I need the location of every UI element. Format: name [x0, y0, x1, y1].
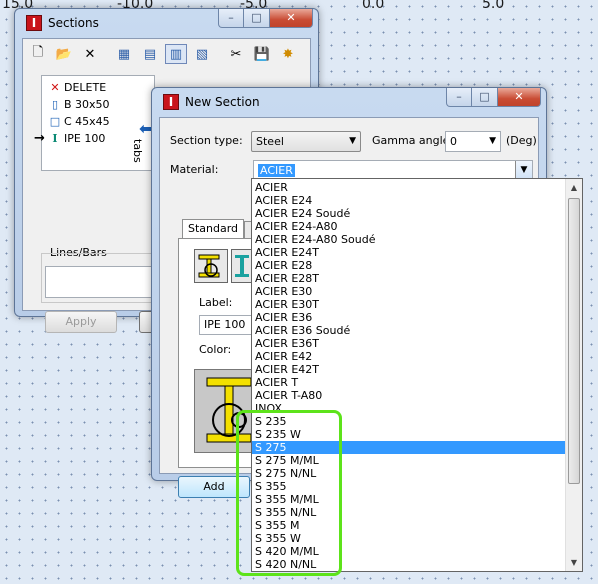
tree-item-c45x45[interactable]: □ C 45x45: [48, 114, 110, 128]
material-value: ACIER: [258, 164, 295, 177]
chevron-down-icon: ▼: [349, 136, 356, 146]
gamma-angle-select[interactable]: 0 ▼: [445, 131, 501, 152]
material-option[interactable]: ACIER T: [252, 376, 566, 389]
view-list-icon[interactable]: ▥: [165, 44, 187, 64]
tree-item-label: B 30x50: [64, 97, 110, 111]
tree-item-label: C 45x45: [64, 114, 110, 128]
label-input[interactable]: IPE 100: [199, 315, 259, 335]
delete-x-icon: ✕: [50, 80, 60, 94]
save-icon[interactable]: 💾: [251, 44, 273, 64]
sections-toolbar: 🗋 📂 ✕ ▦ ▤ ▥ ▧ ✂ 💾 ✸: [27, 43, 303, 65]
close-button[interactable]: ✕: [498, 88, 541, 107]
material-option[interactable]: ACIER E28: [252, 259, 566, 272]
gamma-angle-label: Gamma angle:: [372, 134, 454, 147]
material-option[interactable]: ACIER: [252, 181, 566, 194]
dropdown-scrollbar[interactable]: ▲ ▼: [565, 179, 582, 571]
gamma-unit-label: (Deg): [506, 134, 537, 147]
new-icon[interactable]: 🗋: [27, 44, 49, 64]
scroll-up-icon[interactable]: ▲: [566, 179, 582, 196]
selected-arrow-icon: →: [34, 130, 45, 146]
minimize-button[interactable]: –: [218, 9, 244, 28]
scroll-down-icon[interactable]: ▼: [566, 554, 582, 571]
minimize-button[interactable]: –: [446, 88, 472, 107]
apply-button[interactable]: Apply: [45, 311, 117, 333]
i-beam-section-icon: I: [52, 131, 58, 145]
tree-item-b30x50[interactable]: ▯ B 30x50: [48, 97, 110, 111]
ruler-tick: 0.0: [362, 0, 385, 12]
tree-item-label: IPE 100: [64, 131, 106, 145]
sections-titlebar[interactable]: I Sections – □ ✕: [22, 9, 313, 38]
view-large-icons-icon[interactable]: ▦: [113, 44, 135, 64]
tree-item-ipe100[interactable]: → I IPE 100: [34, 131, 106, 146]
label-label: Label:: [199, 296, 233, 309]
material-option[interactable]: ACIER E24 Soudé: [252, 207, 566, 220]
material-option[interactable]: ACIER T-A80: [252, 389, 566, 402]
highlight-annotation: [236, 410, 342, 576]
delete-icon[interactable]: ✕: [79, 44, 101, 64]
app-icon: I: [163, 94, 179, 110]
tree-item-delete[interactable]: ✕ DELETE: [48, 80, 106, 94]
close-button[interactable]: ✕: [270, 9, 313, 28]
new-section-titlebar[interactable]: I New Section – □ ✕: [159, 88, 541, 117]
tree-item-label: DELETE: [64, 80, 107, 94]
view-details-icon[interactable]: ▧: [191, 44, 213, 64]
i-beam-shape-button[interactable]: [231, 249, 253, 283]
material-option[interactable]: ACIER E30: [252, 285, 566, 298]
material-option[interactable]: ACIER E24T: [252, 246, 566, 259]
material-option[interactable]: ACIER E28T: [252, 272, 566, 285]
maximize-button[interactable]: □: [472, 88, 498, 107]
material-option[interactable]: ACIER E42: [252, 350, 566, 363]
new-section-window-title: New Section: [185, 95, 260, 109]
cut-icon[interactable]: ✂: [225, 44, 247, 64]
family-shape-button[interactable]: [194, 249, 228, 283]
section-type-label: Section type:: [170, 134, 243, 147]
color-label: Color:: [199, 343, 232, 356]
material-option[interactable]: ACIER E24-A80: [252, 220, 566, 233]
material-option[interactable]: ACIER E42T: [252, 363, 566, 376]
scrollbar-thumb[interactable]: [568, 198, 580, 484]
new-sparkle-icon[interactable]: ✸: [277, 44, 299, 64]
section-type-value: Steel: [256, 135, 284, 148]
material-option[interactable]: ACIER E36T: [252, 337, 566, 350]
vertical-tabs-label[interactable]: tabs: [131, 139, 144, 163]
view-small-icons-icon[interactable]: ▤: [139, 44, 161, 64]
open-folder-icon[interactable]: 📂: [53, 44, 75, 64]
channel-shape-icon: [198, 254, 220, 278]
sections-window-title: Sections: [48, 16, 99, 30]
tab-standard[interactable]: Standard: [182, 219, 245, 239]
square-section-icon: □: [49, 114, 61, 128]
app-icon: I: [26, 15, 42, 31]
chevron-down-icon: ▼: [489, 136, 496, 146]
section-type-select[interactable]: Steel ▼: [251, 131, 361, 152]
material-label: Material:: [170, 163, 219, 176]
i-beam-shape-icon: [235, 255, 249, 277]
material-option[interactable]: ACIER E24: [252, 194, 566, 207]
maximize-button[interactable]: □: [244, 9, 270, 28]
material-option[interactable]: ACIER E36: [252, 311, 566, 324]
ruler-tick: 5.0: [482, 0, 505, 12]
material-option[interactable]: ACIER E24-A80 Soudé: [252, 233, 566, 246]
material-option[interactable]: ACIER E36 Soudé: [252, 324, 566, 337]
rectangle-section-icon: ▯: [51, 97, 59, 111]
material-option[interactable]: ACIER E30T: [252, 298, 566, 311]
gamma-angle-value: 0: [450, 135, 457, 148]
